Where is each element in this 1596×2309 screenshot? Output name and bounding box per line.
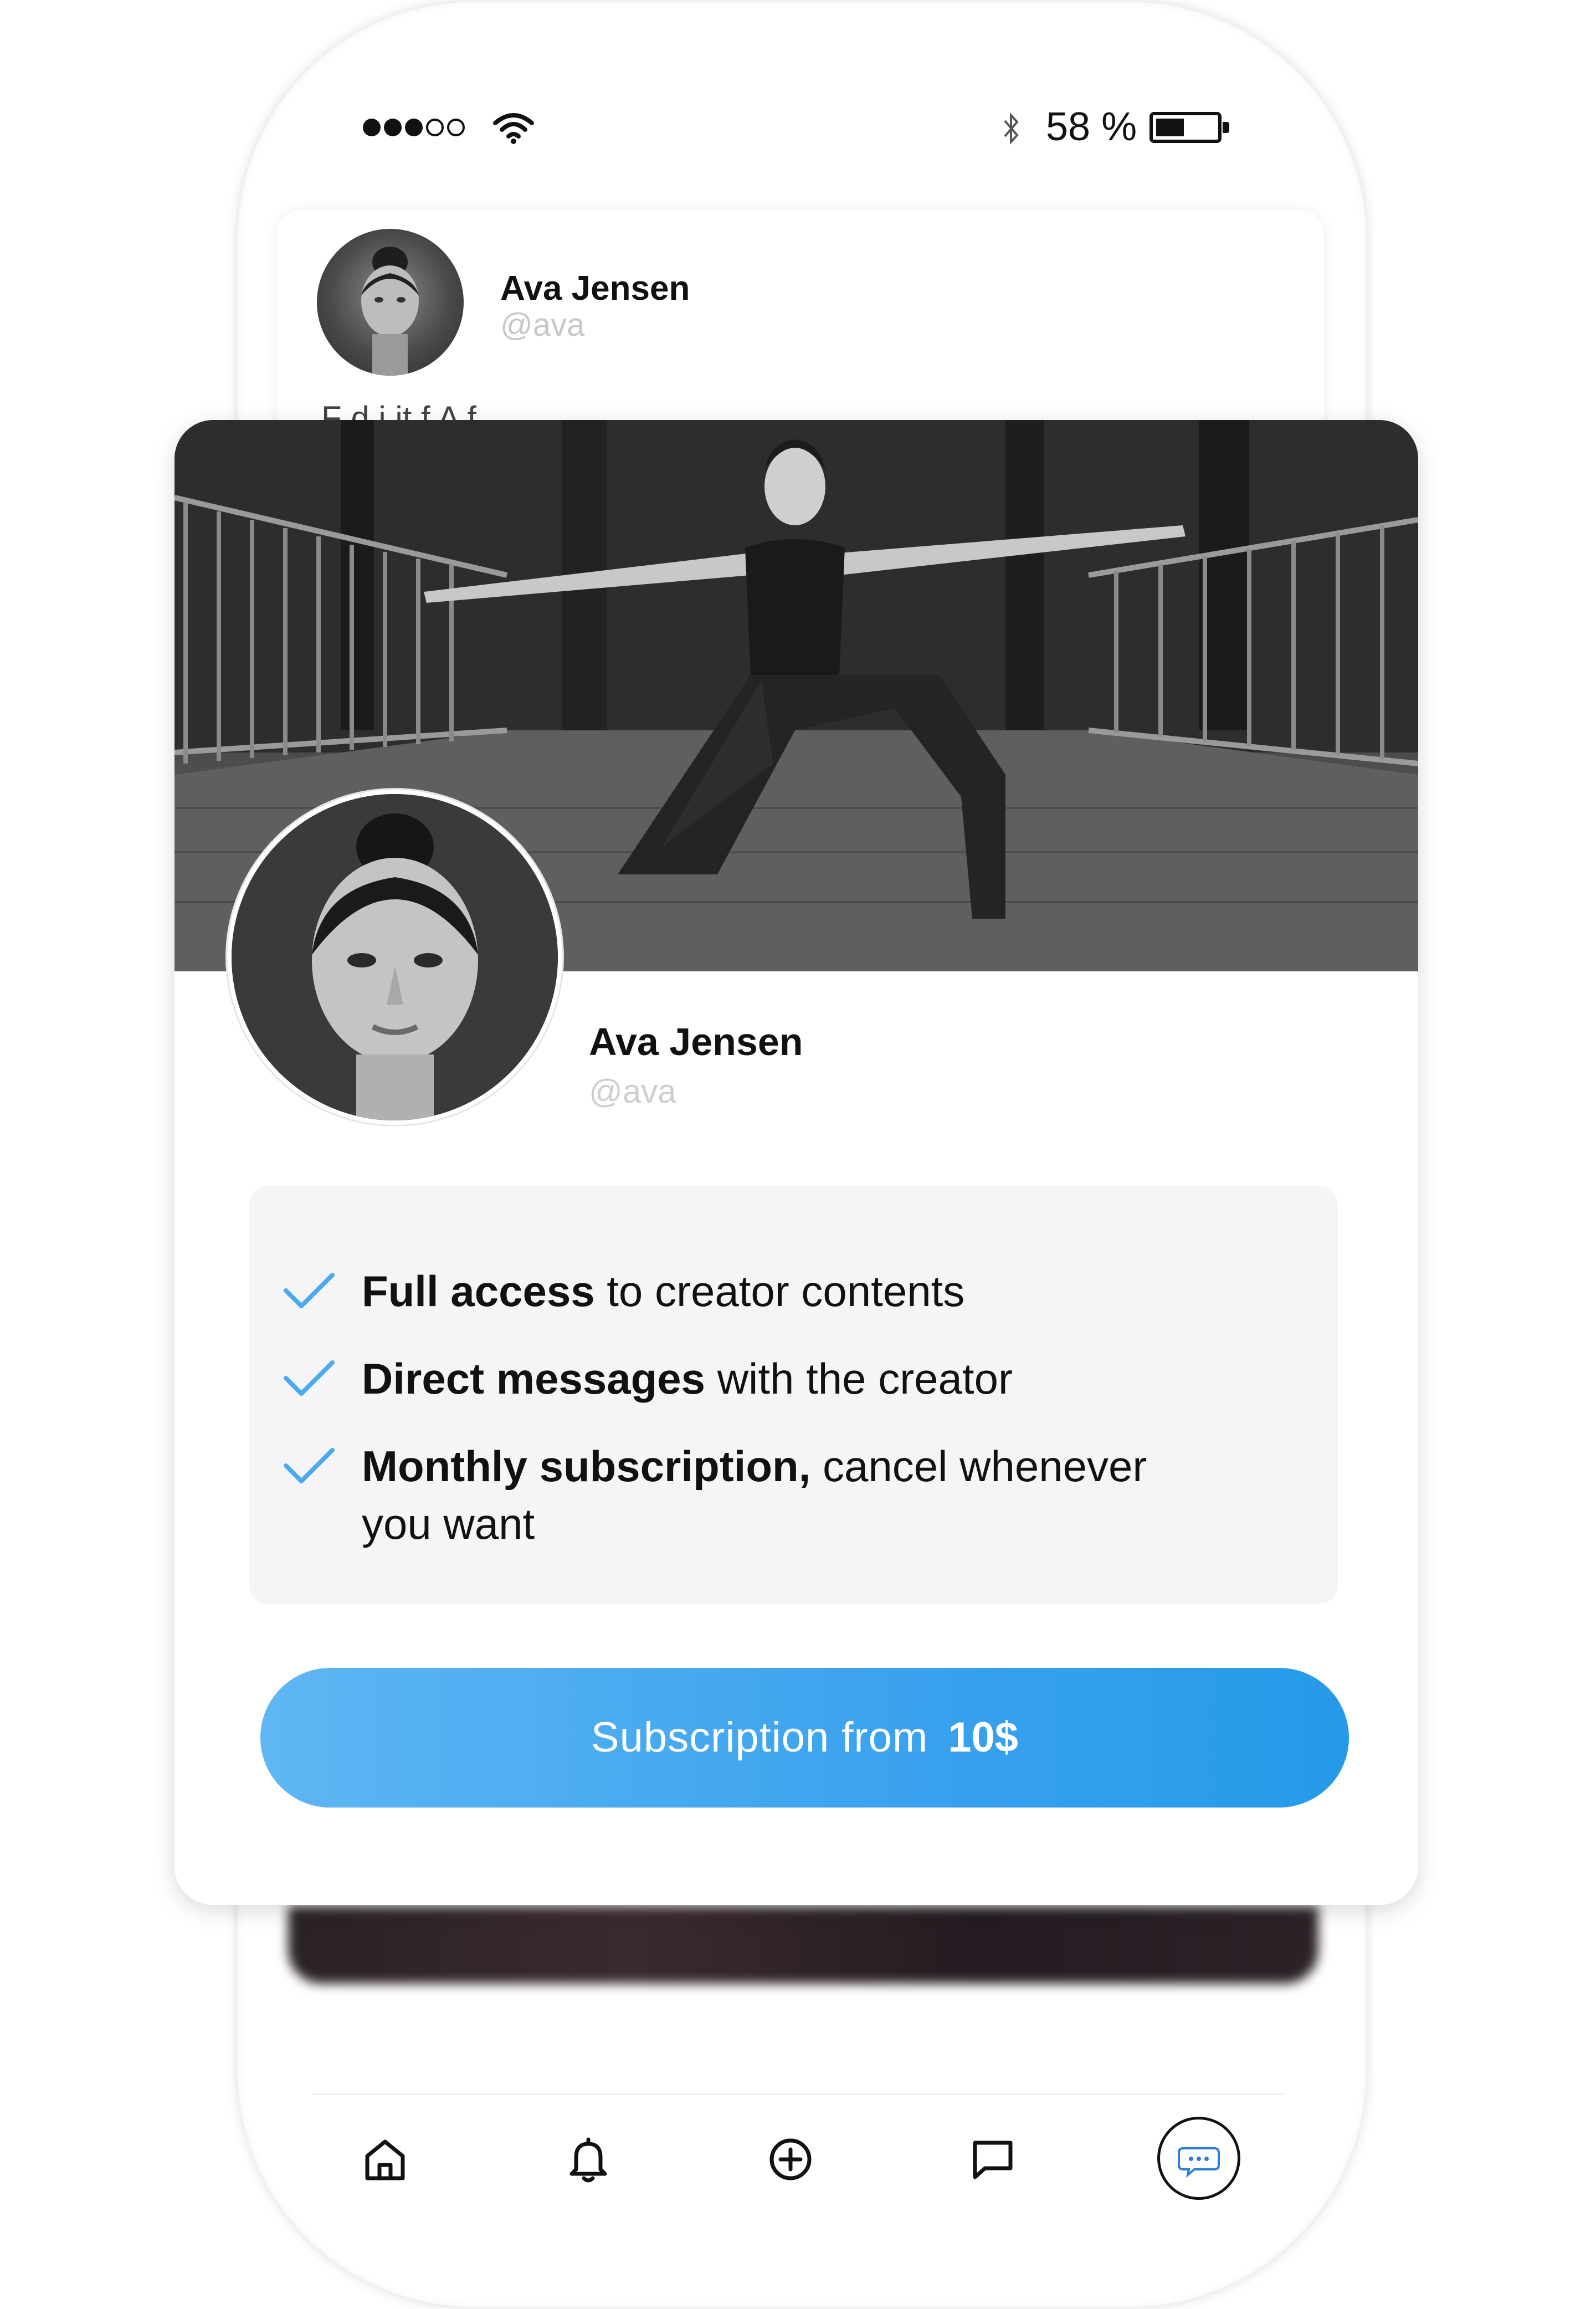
feature-text: to creator contents — [594, 1267, 965, 1315]
feature-bold: Direct messages — [362, 1354, 706, 1403]
battery-icon — [1149, 112, 1222, 143]
chat-bubbles-icon — [1178, 2147, 1220, 2178]
battery-percent: 58 % — [1046, 105, 1137, 149]
bluetooth-icon — [1004, 112, 1019, 145]
home-icon[interactable] — [362, 2136, 408, 2183]
chat-bubbles-button[interactable] — [1157, 2117, 1240, 2200]
subscribe-button-price: 10$ — [948, 1714, 1019, 1761]
background-post-name: Ava Jensen — [500, 269, 690, 308]
battery-nub — [1223, 122, 1229, 133]
subscribe-button-label: Subscription from — [591, 1714, 928, 1761]
background-post-snippet: F d i it f A f — [321, 400, 477, 421]
wifi-icon — [493, 113, 534, 144]
nav-divider — [313, 2093, 1285, 2095]
feature-text: with the creator — [705, 1354, 1013, 1403]
profile-handle: @ava — [589, 1073, 676, 1110]
feature-bold: Full access — [362, 1267, 595, 1315]
feature-item: Full access to creator contents — [362, 1262, 1248, 1320]
blurred-media — [288, 1906, 1318, 1984]
background-post-avatar[interactable] — [317, 229, 464, 376]
feature-item: Direct messages with the creator — [362, 1350, 1248, 1407]
feature-bold: Monthly subscription, — [362, 1442, 811, 1491]
profile-avatar[interactable] — [227, 790, 562, 1125]
bell-icon[interactable] — [565, 2136, 612, 2183]
background-post-handle: @ava — [500, 307, 585, 343]
profile-name: Ava Jensen — [589, 1020, 803, 1063]
check-icon — [284, 1360, 335, 1396]
check-icon — [284, 1273, 335, 1308]
check-icon — [284, 1448, 335, 1483]
signal-strength-icon — [363, 119, 465, 136]
feature-item: Monthly subscription, cancel whenever yo… — [362, 1437, 1226, 1553]
message-icon[interactable] — [969, 2136, 1016, 2183]
plus-circle-icon[interactable] — [767, 2136, 814, 2183]
subscribe-button[interactable]: Subscription from 10$ — [260, 1668, 1349, 1808]
